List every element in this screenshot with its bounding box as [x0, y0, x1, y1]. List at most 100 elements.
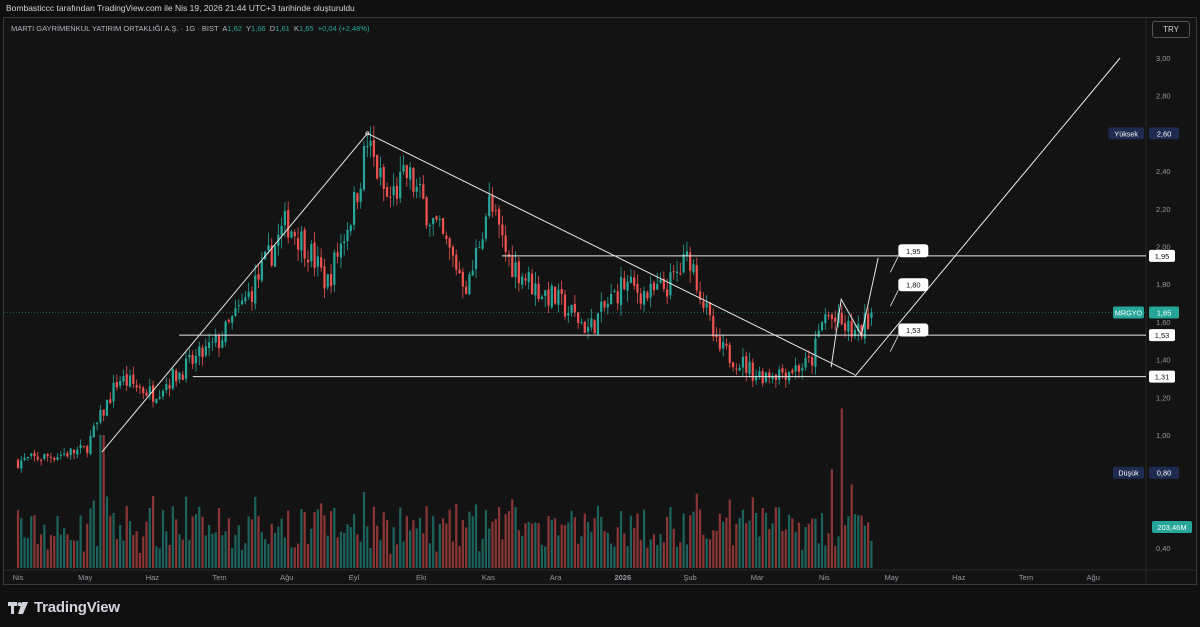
volume-bar — [316, 509, 319, 568]
candle-body — [814, 338, 817, 367]
volume-bar — [619, 511, 623, 568]
callout-pointer — [889, 256, 899, 273]
candle-body — [234, 308, 237, 316]
volume-bar — [857, 514, 860, 568]
volume-bar — [702, 534, 705, 568]
candle-body — [642, 290, 646, 305]
x-tick-label: Tem — [1019, 573, 1033, 582]
candle-body — [89, 436, 92, 454]
callout-pointer — [889, 290, 899, 307]
candle-body — [76, 449, 79, 455]
volume-bar — [560, 524, 563, 568]
volume-bar — [379, 539, 382, 568]
volume-bar — [435, 551, 438, 568]
y-tick-label: 1,20 — [1156, 393, 1171, 402]
candle-body — [692, 264, 695, 273]
candle-body — [125, 374, 128, 386]
candle-body — [175, 370, 178, 382]
volume-bar — [145, 521, 148, 568]
candle-body — [303, 229, 306, 259]
volume-bar — [359, 541, 362, 568]
candle-body — [606, 303, 609, 308]
candle-body — [385, 187, 389, 197]
volume-bar — [577, 543, 580, 568]
volume-bar — [310, 528, 313, 568]
candle-body — [168, 385, 171, 389]
volume-bar — [346, 524, 349, 568]
volume-bar — [544, 546, 547, 568]
volume-bar — [804, 527, 807, 568]
volume-bar — [356, 534, 359, 568]
candle-body — [283, 211, 287, 226]
candle-body — [722, 342, 725, 349]
candle-body — [16, 459, 20, 468]
candle-body — [20, 460, 23, 469]
candle-body — [204, 346, 207, 356]
callout-label: 1,80 — [906, 281, 921, 290]
candle-body — [293, 231, 296, 237]
volume-bar — [666, 516, 669, 568]
candle-body — [287, 210, 290, 238]
volume-bar — [240, 549, 244, 568]
volume-bar — [372, 506, 375, 568]
volume-bar — [474, 504, 478, 568]
volume-bar — [507, 511, 511, 568]
candle-body — [405, 165, 408, 179]
volume-bar — [92, 500, 95, 568]
candle-body — [105, 399, 109, 416]
price-label-name: Düşük — [1118, 469, 1139, 478]
volume-bar — [853, 514, 857, 568]
volume-bar — [204, 535, 207, 568]
tradingview-logo[interactable]: TradingView — [8, 599, 120, 616]
x-tick-label: Kas — [482, 573, 495, 582]
candle-body — [112, 382, 115, 402]
volume-bar — [343, 532, 346, 568]
candle-body — [745, 356, 748, 373]
volume-bar — [46, 549, 49, 568]
candle-body — [659, 279, 662, 283]
volume-bar — [36, 543, 39, 568]
candle-body — [72, 449, 76, 454]
candle-body — [432, 217, 435, 224]
price-chart[interactable]: 3,002,802,602,402,202,001,801,601,401,20… — [0, 0, 1200, 627]
y-tick-label: 1,60 — [1156, 318, 1171, 327]
candle-body — [758, 371, 761, 377]
volume-bar — [745, 523, 748, 568]
candle-body — [356, 193, 359, 203]
volume-bar — [389, 553, 392, 568]
volume-bar — [669, 506, 672, 568]
candle-body — [63, 453, 66, 455]
volume-bar — [636, 513, 639, 568]
volume-bar — [43, 524, 46, 568]
candle-body — [23, 457, 26, 460]
volume-bar — [264, 538, 267, 568]
volume-bar — [722, 521, 725, 568]
change-value: +0,04 (+2,48%) — [317, 24, 370, 33]
volume-bar — [461, 520, 464, 568]
volume-bar — [260, 532, 263, 568]
volume-bar — [692, 511, 695, 568]
volume-bar — [685, 544, 689, 568]
volume-bar — [610, 543, 613, 568]
volume-bar — [827, 533, 830, 568]
candle-body — [165, 384, 168, 391]
symbol-legend: MARTI GAYRİMENKUL YATIRIM ORTAKLIĞI A.Ş.… — [11, 24, 369, 33]
volume-bar — [254, 496, 257, 568]
high-value: 1,66 — [251, 24, 266, 33]
candle-body — [794, 365, 797, 372]
candle-body — [339, 243, 343, 258]
candle-body — [685, 251, 689, 257]
candles-group — [16, 125, 873, 473]
volume-bar — [122, 540, 125, 568]
currency-button[interactable]: TRY — [1152, 21, 1190, 38]
candle-body — [300, 231, 303, 251]
volume-bar — [725, 517, 728, 568]
volume-bar — [573, 517, 576, 568]
volume-bar — [188, 539, 191, 568]
volume-bar — [820, 513, 824, 568]
candle-body — [471, 270, 474, 276]
volume-bar — [748, 520, 751, 568]
callout-label: 1,53 — [906, 326, 921, 335]
volume-bar — [656, 545, 659, 568]
candle-body — [870, 312, 873, 319]
